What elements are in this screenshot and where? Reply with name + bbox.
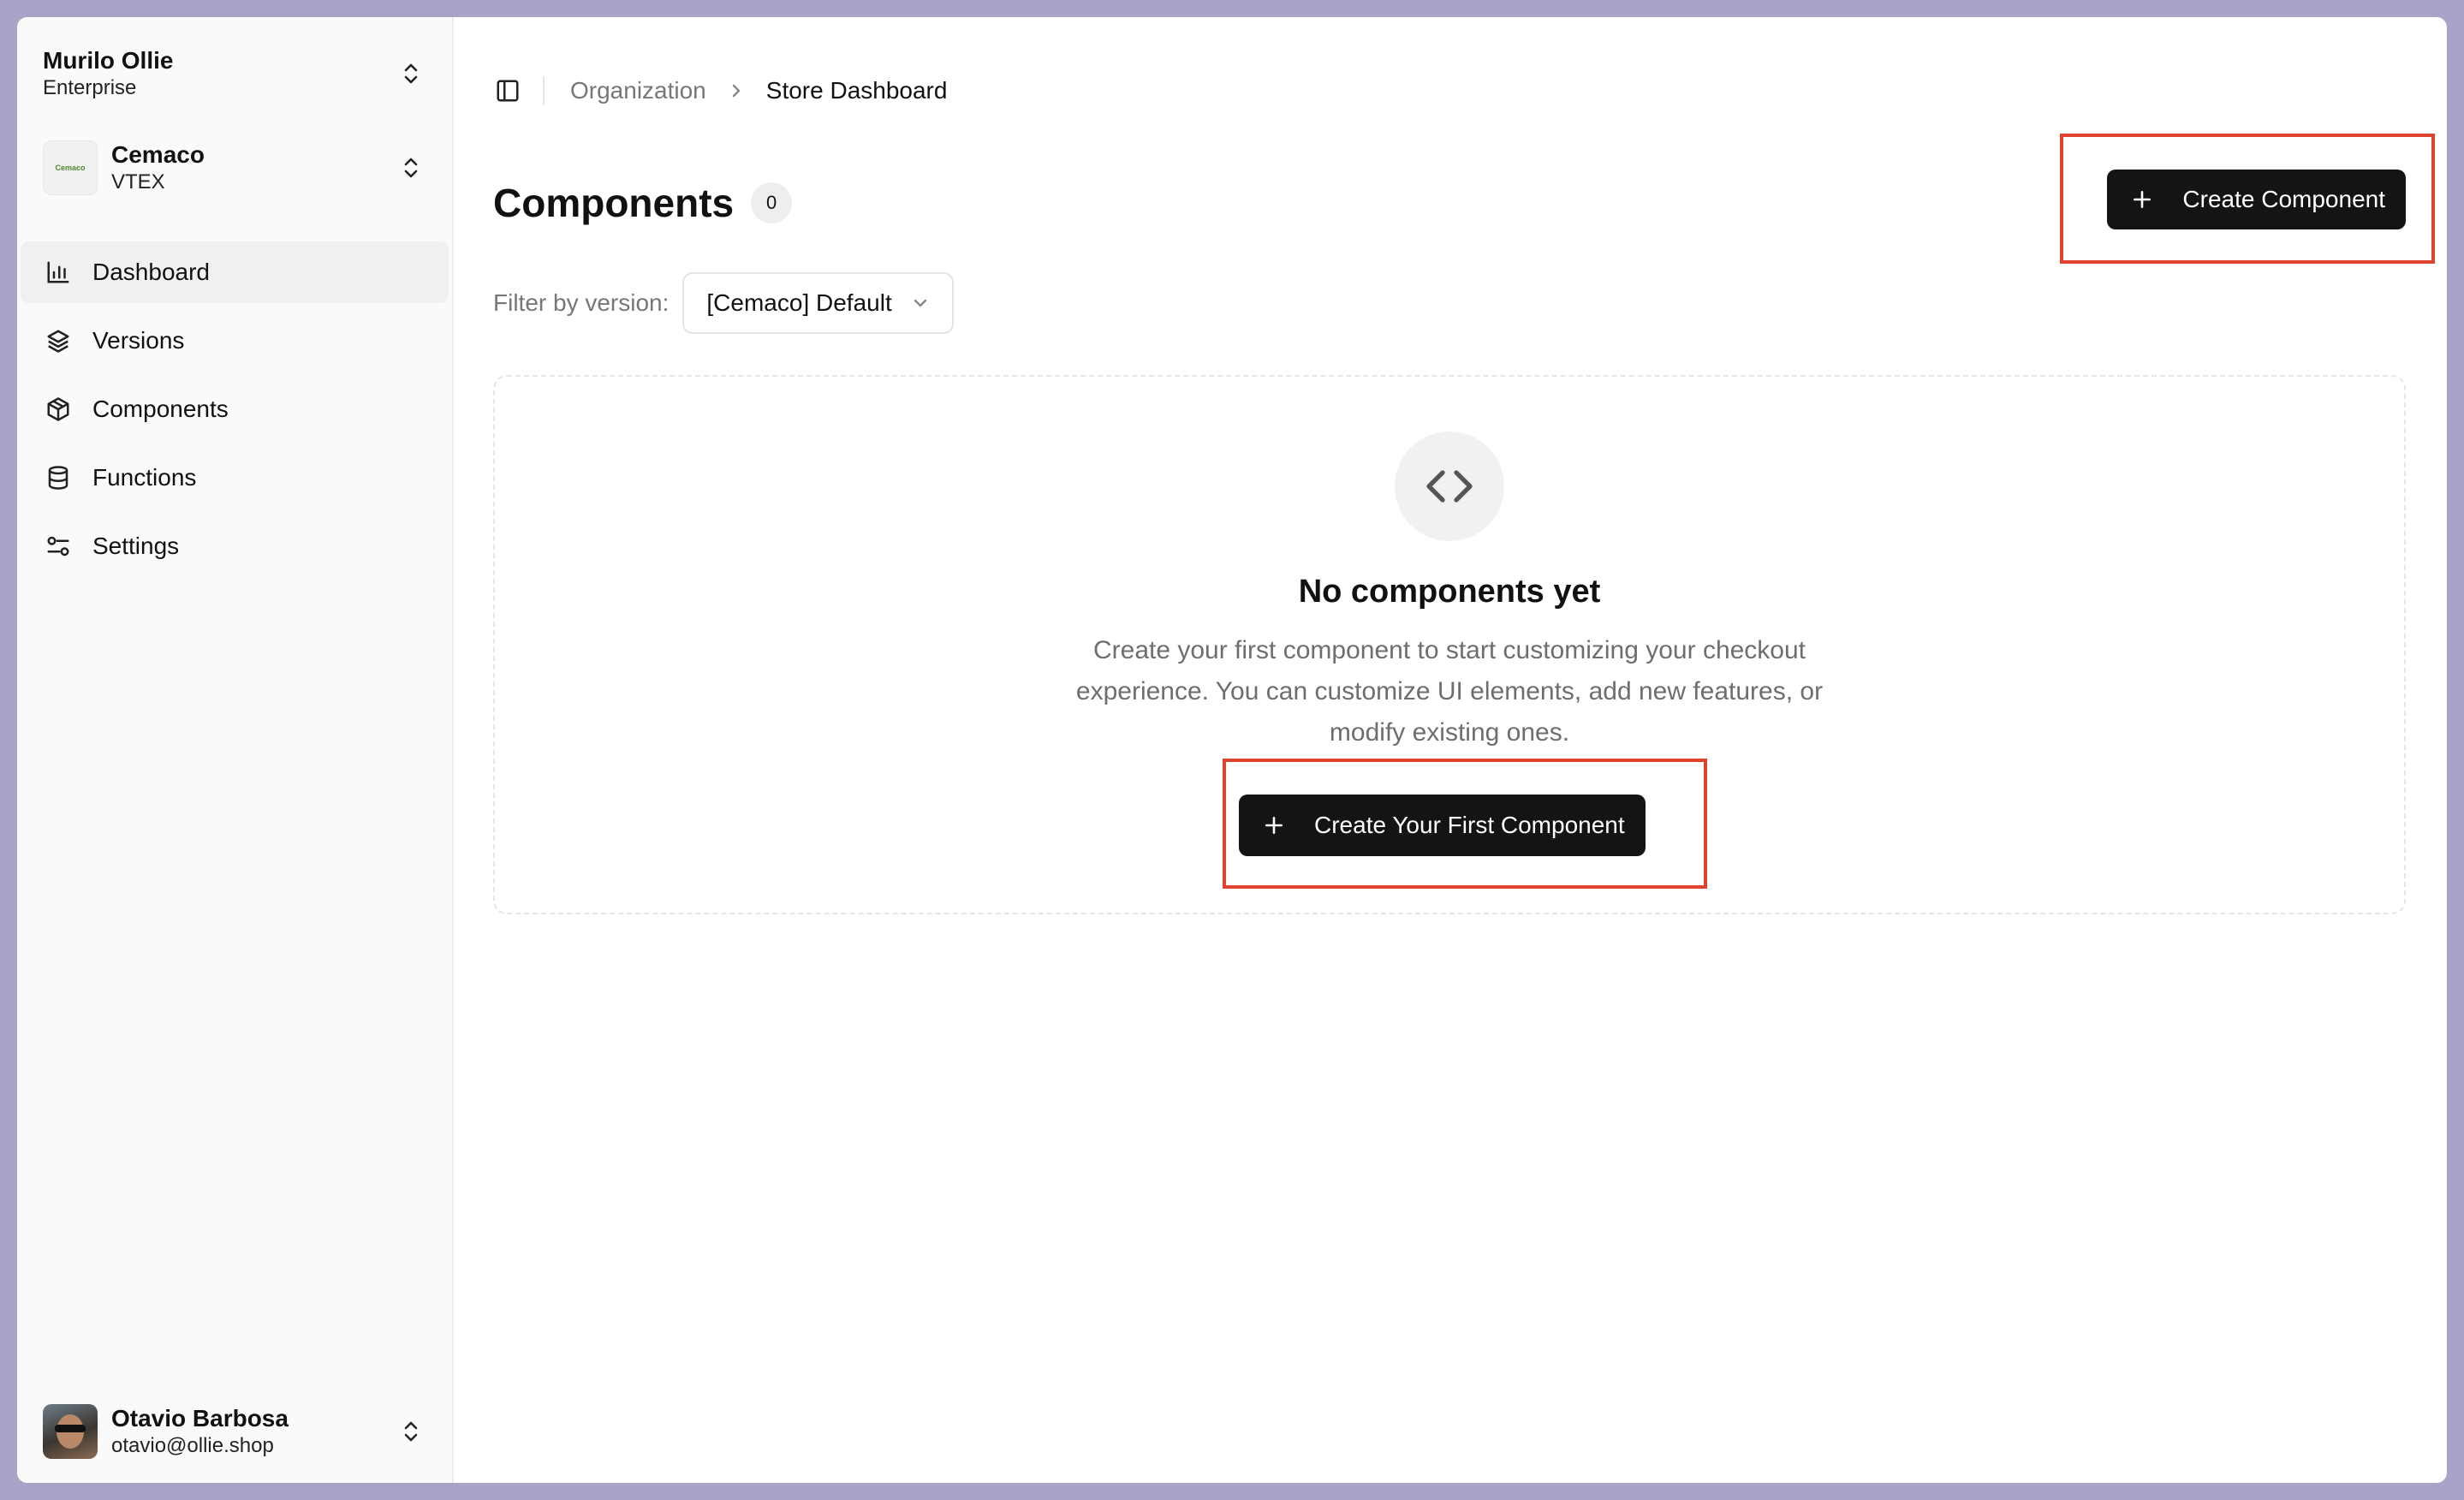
version-filter: Filter by version: [Cemaco] Default <box>493 272 954 334</box>
app-window: Murilo Ollie Enterprise Cemaco Cemaco VT… <box>17 17 2447 1483</box>
database-icon <box>45 464 72 491</box>
main-content: Organization Store Dashboard Components … <box>454 17 2447 1483</box>
breadcrumb: Organization Store Dashboard <box>570 77 947 104</box>
code-icon <box>1395 432 1504 541</box>
chevrons-up-down-icon <box>396 152 426 183</box>
store-logo-text: Cemaco <box>55 164 86 172</box>
sidebar-toggle-icon[interactable] <box>493 76 522 105</box>
organization-name: Murilo Ollie <box>43 47 174 74</box>
count-badge: 0 <box>751 182 793 223</box>
page-title: Components <box>493 181 735 225</box>
breadcrumb-organization[interactable]: Organization <box>570 77 706 104</box>
organization-info: Murilo Ollie Enterprise <box>43 46 396 101</box>
sidebar-item-versions[interactable]: Versions <box>21 310 449 372</box>
sidebar-item-label: Components <box>92 396 229 422</box>
bar-chart-icon <box>45 259 72 286</box>
organization-plan: Enterprise <box>43 76 137 99</box>
version-select-value: [Cemaco] Default <box>706 289 892 316</box>
filter-label: Filter by version: <box>493 289 670 316</box>
store-info: Cemaco VTEX <box>111 140 396 195</box>
sidebar-item-label: Functions <box>92 464 197 491</box>
layers-icon <box>45 327 72 354</box>
sidebar-item-dashboard[interactable]: Dashboard <box>21 241 449 303</box>
sliders-icon <box>45 533 72 560</box>
highlight-box <box>2060 134 2435 264</box>
sidebar-item-settings[interactable]: Settings <box>21 515 449 577</box>
topbar: Organization Store Dashboard <box>493 74 947 108</box>
user-email: otavio@ollie.shop <box>111 1434 274 1457</box>
sidebar-item-components[interactable]: Components <box>21 378 449 440</box>
chevron-down-icon <box>911 296 930 310</box>
user-name: Otavio Barbosa <box>111 1405 289 1432</box>
chevrons-up-down-icon <box>396 1416 426 1447</box>
sidebar-nav: Dashboard Versions Components Functions <box>17 241 452 584</box>
store-name: Cemaco <box>111 141 205 168</box>
store-switcher[interactable]: Cemaco Cemaco VTEX <box>43 140 426 195</box>
organization-switcher[interactable]: Murilo Ollie Enterprise <box>43 46 426 101</box>
store-platform: VTEX <box>111 170 165 193</box>
sidebar-item-functions[interactable]: Functions <box>21 447 449 509</box>
sidebar-item-label: Dashboard <box>92 259 210 285</box>
sidebar-item-label: Versions <box>92 327 185 354</box>
version-select[interactable]: [Cemaco] Default <box>682 272 954 334</box>
user-menu[interactable]: Otavio Barbosa otavio@ollie.shop <box>43 1404 426 1459</box>
page-header: Components 0 <box>493 180 793 226</box>
avatar <box>43 1404 98 1459</box>
empty-state-title: No components yet <box>1298 574 1601 610</box>
breadcrumb-current: Store Dashboard <box>765 77 948 104</box>
sidebar: Murilo Ollie Enterprise Cemaco Cemaco VT… <box>17 17 454 1483</box>
sidebar-item-label: Settings <box>92 533 180 559</box>
divider <box>543 76 545 105</box>
chevron-right-icon <box>729 81 744 100</box>
empty-state-description: Create your first component to start cus… <box>1075 636 1824 747</box>
chevrons-up-down-icon <box>396 58 426 89</box>
box-icon <box>45 396 72 423</box>
user-info: Otavio Barbosa otavio@ollie.shop <box>111 1404 396 1459</box>
store-logo: Cemaco <box>43 140 98 195</box>
highlight-box <box>1223 759 1707 889</box>
